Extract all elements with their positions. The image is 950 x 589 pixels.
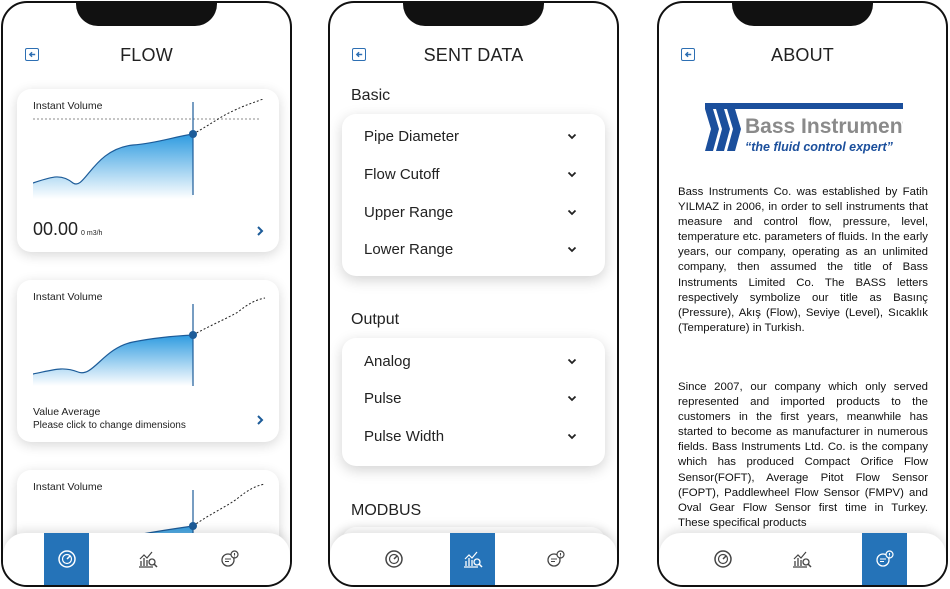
flow-screen: FLOW Instant Volume 00.00 0 m3/h Instant…: [1, 1, 292, 587]
card-label: Instant Volume: [33, 481, 103, 493]
row-label: Analog: [364, 352, 411, 370]
chevron-down-icon: [567, 171, 577, 177]
row-pulse[interactable]: Pulse: [364, 387, 577, 409]
chart-search-icon: [138, 551, 158, 568]
chevron-down-icon: [567, 246, 577, 252]
row-label: Pulse: [364, 389, 402, 407]
page-title: ABOUT: [770, 45, 834, 65]
row-upper-range[interactable]: Upper Range: [364, 201, 577, 223]
row-flow-cutoff[interactable]: Flow Cutoff: [364, 163, 577, 185]
page-title: SENT DATA: [423, 45, 524, 65]
card-label: Instant Volume: [33, 100, 103, 112]
row-pulse-width[interactable]: Pulse Width: [364, 425, 577, 447]
nav-about[interactable]: [207, 533, 252, 585]
flow-chart: [33, 99, 264, 199]
logo-tagline: “the fluid control expert”: [745, 140, 894, 154]
instant-volume-card[interactable]: Instant Volume 00.00 0 m3/h: [17, 89, 279, 252]
chevron-down-icon: [567, 358, 577, 364]
row-label: Lower Range: [364, 240, 454, 258]
nav-about[interactable]: [862, 533, 907, 585]
nav-about[interactable]: [533, 533, 578, 585]
section-title-modbus: MODBUS: [351, 502, 422, 519]
change-dimensions-hint: Please click to change dimensions: [33, 420, 186, 431]
chart-search-icon: [463, 551, 483, 568]
chevron-right-icon[interactable]: [255, 414, 265, 426]
section-title-basic: Basic: [351, 87, 391, 104]
row-label: Flow Cutoff: [364, 165, 440, 183]
output-group: Analog Pulse Pulse Width: [342, 338, 605, 466]
sent-data-screen: SENT DATA Basic Pipe Diameter Flow Cutof…: [328, 1, 619, 587]
about-screen: ABOUT Bass Instruments “the fluid contro…: [657, 1, 948, 587]
row-label: Upper Range: [364, 203, 454, 221]
gauge-icon: [713, 550, 732, 568]
chevron-down-icon: [567, 433, 577, 439]
value-average-label: Value Average: [33, 406, 101, 418]
flow-value: 00.00 0 m3/h: [33, 219, 102, 240]
flow-value-unit: 0 m3/h: [81, 230, 103, 237]
nav-flow[interactable]: [700, 533, 745, 585]
bottom-nav: [330, 533, 617, 585]
phone-notch: [403, 3, 544, 26]
value-average-card[interactable]: Instant Volume Value Average Please clic…: [17, 280, 279, 442]
row-label: Pipe Diameter: [364, 127, 460, 145]
basic-group: Pipe Diameter Flow Cutoff Upper Range Lo…: [342, 114, 605, 276]
nav-sent-data[interactable]: [779, 533, 824, 585]
nav-sent-data[interactable]: [125, 533, 170, 585]
chevron-down-icon: [567, 209, 577, 215]
flow-chart: [33, 297, 266, 386]
chevron-right-icon[interactable]: [255, 225, 265, 237]
flow-value-number: 00.00: [33, 219, 79, 239]
section-title-output: Output: [351, 311, 400, 328]
bottom-nav: [3, 533, 290, 585]
card-label: Instant Volume: [33, 291, 103, 303]
gauge-icon: [384, 550, 403, 568]
bottom-nav: [659, 533, 946, 585]
info-bubble-icon: [546, 550, 565, 567]
nav-flow[interactable]: [44, 533, 89, 585]
row-lower-range[interactable]: Lower Range: [364, 238, 577, 260]
chevron-down-icon: [567, 395, 577, 401]
chevron-down-icon: [567, 133, 577, 139]
about-paragraph: Since 2007, our company which only serve…: [678, 381, 928, 529]
chart-search-icon: [792, 551, 812, 568]
row-pipe-diameter[interactable]: Pipe Diameter: [364, 125, 577, 147]
row-analog[interactable]: Analog: [364, 350, 577, 372]
logo-name: Bass Instruments: [745, 115, 903, 138]
info-bubble-icon: [875, 550, 894, 567]
phone-notch: [732, 3, 873, 26]
info-bubble-icon: [220, 550, 239, 567]
nav-flow[interactable]: [371, 533, 416, 585]
phone-notch: [76, 3, 217, 26]
about-paragraph: Bass Instruments Co. was established by …: [678, 186, 928, 334]
row-label: Pulse Width: [364, 427, 445, 445]
bass-instruments-logo: Bass Instruments “the fluid control expe…: [705, 103, 903, 154]
gauge-icon: [57, 550, 76, 568]
page-title: FLOW: [120, 45, 173, 65]
nav-sent-data[interactable]: [450, 533, 495, 585]
